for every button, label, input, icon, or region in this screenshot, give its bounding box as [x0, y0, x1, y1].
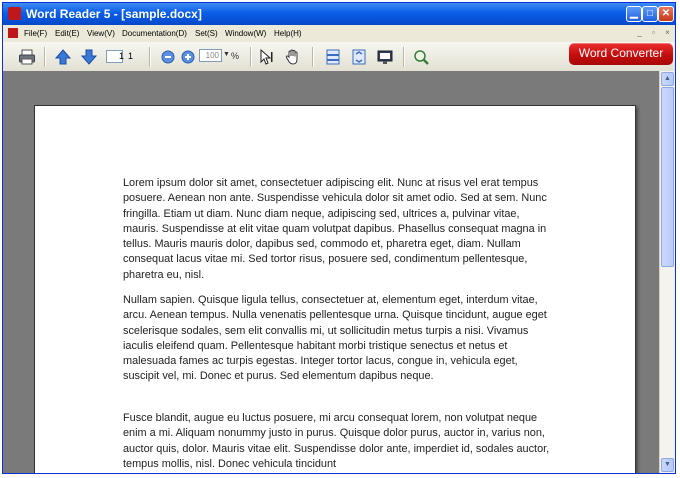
scroll-down-button[interactable]: ▼: [661, 458, 674, 472]
toolbar-separator: [312, 47, 314, 67]
fit-width-icon: [326, 49, 340, 65]
document-viewport[interactable]: Lorem ipsum dolor sit amet, consectetuer…: [3, 71, 659, 473]
fit-page-button[interactable]: [350, 48, 368, 66]
vertical-scrollbar[interactable]: ▲ ▼: [659, 71, 675, 473]
document-icon[interactable]: [8, 28, 18, 38]
menu-documentation[interactable]: Documentation(D): [122, 29, 187, 38]
document-page: Lorem ipsum dolor sit amet, consectetuer…: [34, 105, 636, 473]
word-converter-button[interactable]: Word Converter: [569, 43, 673, 65]
scrollbar-thumb[interactable]: [661, 87, 674, 267]
toolbar-separator: [403, 47, 405, 67]
arrow-up-icon: [54, 49, 72, 65]
maximize-button[interactable]: □: [642, 6, 658, 22]
zoom-out-button[interactable]: [159, 48, 177, 66]
zoom-unit: %: [231, 51, 240, 61]
printer-icon: [19, 49, 35, 65]
page-current: 1: [119, 51, 125, 61]
window-title: Word Reader 5 - [sample.docx]: [26, 7, 202, 21]
chevron-up-icon: ▲: [664, 75, 671, 82]
document-paragraph: Nullam sapien. Quisque ligula tellus, co…: [123, 294, 547, 383]
app-window: Word Reader 5 - [sample.docx] ▁ □ ✕ File…: [2, 2, 676, 474]
doc-close-icon[interactable]: ×: [662, 28, 673, 38]
menu-bar: File(F) Edit(E) View(V) Documentation(D)…: [3, 25, 675, 42]
zoom-out-icon: [161, 50, 175, 64]
toolbar: 1 1 100 ▼ % Word Converter: [3, 42, 675, 72]
previous-page-button[interactable]: [54, 48, 72, 66]
zoom-in-icon: [181, 50, 195, 64]
zoom-level-input[interactable]: 100: [199, 49, 222, 62]
chevron-down-icon: ▼: [664, 461, 671, 468]
arrow-down-icon: [80, 49, 98, 65]
zoom-dropdown-icon[interactable]: ▼: [223, 51, 230, 58]
toolbar-separator: [149, 47, 151, 67]
page-total: 1: [128, 51, 134, 61]
menu-set[interactable]: Set(S): [195, 29, 218, 38]
hand-tool-button[interactable]: [284, 48, 302, 66]
document-paragraph: Fusce blandit, augue eu luctus posuere, …: [123, 412, 550, 470]
document-paragraph: Lorem ipsum dolor sit amet, consectetuer…: [123, 177, 547, 281]
toolbar-separator: [250, 47, 252, 67]
maximize-icon: □: [646, 8, 654, 19]
menu-view[interactable]: View(V): [87, 29, 115, 38]
text-select-cursor-icon: [260, 48, 273, 65]
hand-icon: [285, 49, 298, 65]
menu-help[interactable]: Help(H): [274, 29, 302, 38]
select-text-button[interactable]: [258, 48, 276, 66]
find-button[interactable]: [412, 48, 430, 66]
monitor-icon: [377, 50, 393, 64]
fit-page-icon: [352, 49, 366, 65]
minimize-icon: ▁: [630, 8, 638, 19]
full-screen-button[interactable]: [376, 48, 394, 66]
toolbar-separator: [44, 47, 46, 67]
zoom-in-button[interactable]: [179, 48, 197, 66]
menu-edit[interactable]: Edit(E): [55, 29, 79, 38]
title-bar[interactable]: Word Reader 5 - [sample.docx] ▁ □ ✕: [3, 3, 675, 25]
menu-window[interactable]: Window(W): [225, 29, 266, 38]
close-icon: ✕: [661, 8, 671, 19]
scroll-up-button[interactable]: ▲: [661, 72, 674, 86]
menu-file[interactable]: File(F): [24, 29, 47, 38]
fit-width-button[interactable]: [324, 48, 342, 66]
doc-restore-icon[interactable]: ▫: [648, 28, 659, 38]
app-logo-icon: [8, 7, 21, 20]
print-button[interactable]: [18, 48, 36, 66]
doc-minimize-icon[interactable]: _: [634, 28, 645, 38]
minimize-button[interactable]: ▁: [626, 6, 642, 22]
next-page-button[interactable]: [80, 48, 98, 66]
close-button[interactable]: ✕: [658, 6, 674, 22]
magnifier-icon: [414, 50, 429, 65]
